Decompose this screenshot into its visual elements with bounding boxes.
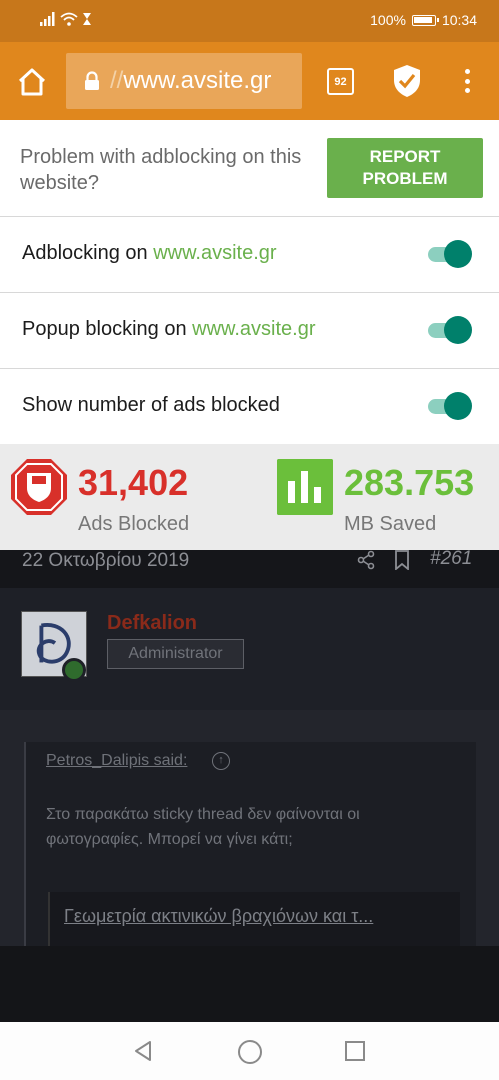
online-status-icon xyxy=(62,658,86,682)
ads-blocked-count: 31,402 xyxy=(78,462,189,503)
mb-saved-count: 283.753 xyxy=(344,462,475,503)
hourglass-icon xyxy=(83,13,91,25)
toggle-row-show-count: Show number of ads blocked xyxy=(0,369,499,445)
toggle-row-adblocking: Adblocking on www.avsite.gr xyxy=(0,217,499,293)
page-footer-area xyxy=(0,946,499,1022)
toggle-domain: www.avsite.gr xyxy=(192,318,316,340)
tabs-button[interactable]: 92 xyxy=(327,68,354,95)
battery-percent: 100% xyxy=(370,12,406,28)
toggle-row-popup: Popup blocking on www.avsite.gr xyxy=(0,293,499,369)
url-bar[interactable]: //www.avsite.gr xyxy=(66,53,302,109)
post-header: 22 Οκτωβρίου 2019 #261 xyxy=(0,548,499,588)
mb-saved-label: MB Saved xyxy=(344,513,437,535)
jump-to-quote-icon[interactable]: ↑ xyxy=(212,752,230,770)
report-prompt: Problem with adblocking on this website? xyxy=(20,146,302,194)
status-bar: 100% 10:34 xyxy=(0,0,499,42)
back-icon[interactable] xyxy=(132,1040,154,1062)
url-text: //www.avsite.gr xyxy=(110,67,271,95)
recent-apps-icon[interactable] xyxy=(345,1041,365,1061)
home-nav-icon[interactable] xyxy=(238,1040,262,1064)
toggle-label-adblocking: Adblocking on www.avsite.gr xyxy=(22,242,277,264)
post-body: Petros_Dalipis said: ↑ Στο παρακάτω stic… xyxy=(0,710,499,946)
post-date: 22 Οκτωβρίου 2019 xyxy=(22,550,190,571)
status-icons-right: 100% 10:34 xyxy=(370,12,477,28)
shield-check-icon[interactable] xyxy=(392,64,422,98)
browser-toolbar: //www.avsite.gr 92 xyxy=(0,42,499,120)
stop-shield-icon xyxy=(11,459,67,515)
url-prefix: // xyxy=(110,67,124,94)
share-icon[interactable] xyxy=(356,550,376,570)
system-nav-bar xyxy=(0,1022,499,1080)
role-badge: Administrator xyxy=(107,639,244,669)
adblocking-toggle[interactable] xyxy=(428,240,472,268)
tab-count: 92 xyxy=(334,75,347,88)
overflow-menu-icon[interactable] xyxy=(458,66,476,96)
popup-blocking-toggle[interactable] xyxy=(428,316,472,344)
toggle-domain: www.avsite.gr xyxy=(153,242,277,264)
stats-bar: 31,402 Ads Blocked 283.753 MB Saved xyxy=(0,444,499,550)
ads-blocked-label: Ads Blocked xyxy=(78,513,190,535)
lock-icon xyxy=(85,71,99,90)
url-host: www.avsite.gr xyxy=(123,67,272,94)
thread-link[interactable]: Γεωμετρία ακτινικών βραχιόνων και τ... xyxy=(64,906,454,927)
status-icons-left xyxy=(40,12,92,26)
battery-icon xyxy=(411,14,439,26)
quote-text: Στο παρακάτω sticky thread δεν φαίνονται… xyxy=(46,806,360,848)
show-count-toggle[interactable] xyxy=(428,392,472,420)
link-preview[interactable]: Γεωμετρία ακτινικών βραχιόνων και τ... xyxy=(48,892,460,946)
bar-chart-icon xyxy=(277,459,333,515)
report-problem-button[interactable]: REPORT PROBLEM xyxy=(327,138,483,198)
signal-icon xyxy=(40,12,55,26)
post-author[interactable]: Defkalion xyxy=(107,612,197,635)
toggle-label-show-count: Show number of ads blocked xyxy=(22,394,280,416)
bookmark-icon[interactable] xyxy=(394,550,410,570)
wifi-icon xyxy=(60,12,78,26)
clock: 10:34 xyxy=(441,12,477,28)
post-number[interactable]: #261 xyxy=(430,548,472,570)
report-row: Problem with adblocking on this website?… xyxy=(0,120,499,217)
quote-block: Petros_Dalipis said: ↑ Στο παρακάτω stic… xyxy=(24,742,476,946)
home-icon[interactable] xyxy=(14,64,50,100)
quote-author-link[interactable]: Petros_Dalipis said: xyxy=(46,752,187,770)
adblock-panel: Problem with adblocking on this website?… xyxy=(0,120,499,550)
toggle-label-popup: Popup blocking on www.avsite.gr xyxy=(22,318,316,340)
forum-page: 22 Οκτωβρίου 2019 #261 Defkalion Adminis… xyxy=(0,548,499,946)
